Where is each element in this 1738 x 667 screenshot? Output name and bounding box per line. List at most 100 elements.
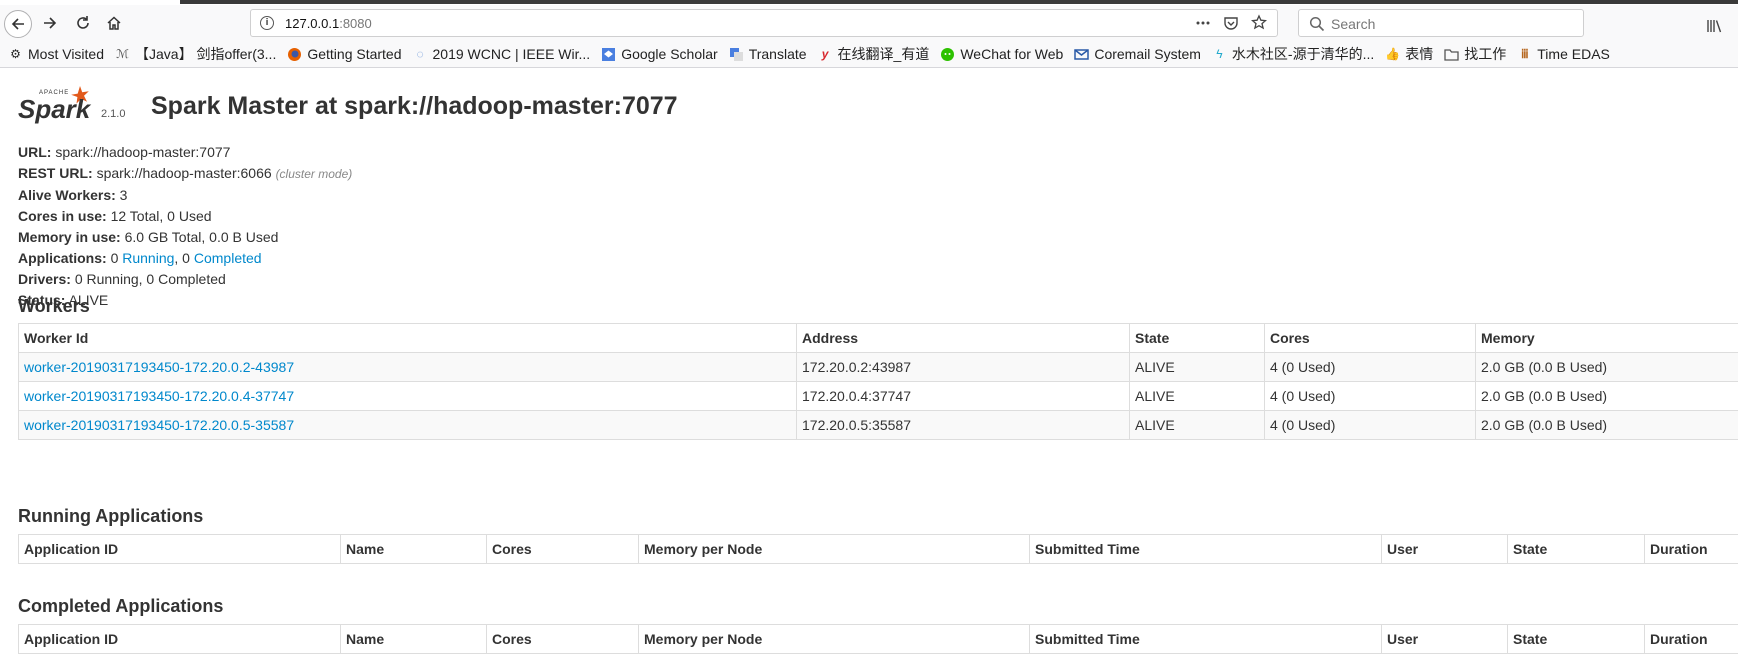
library-icon[interactable]	[1707, 19, 1723, 38]
cores-cell: 4 (0 Used)	[1264, 381, 1476, 411]
search-placeholder: Search	[1331, 16, 1376, 32]
address-cell: 172.20.0.5:35587	[796, 410, 1130, 440]
bookmark-most-visited[interactable]: ⚙ Most Visited	[8, 46, 104, 62]
youdao-icon: y	[821, 46, 829, 61]
worker-id-cell: worker-20190317193450-172.20.0.5-35587	[18, 410, 797, 440]
completed-applications-table: Application ID Name Cores Memory per Nod…	[18, 624, 1738, 654]
bookmark-label: Most Visited	[28, 46, 104, 62]
column-header[interactable]: Name	[340, 624, 487, 654]
column-header[interactable]: Cores	[486, 534, 639, 564]
forward-button[interactable]	[36, 9, 64, 37]
home-icon	[107, 16, 121, 30]
pocket-icon[interactable]	[1223, 14, 1239, 32]
bookmark-youdao[interactable]: y 在线翻译_有道	[818, 44, 930, 64]
worker-link[interactable]: worker-20190317193450-172.20.0.4-37747	[24, 388, 294, 404]
column-header[interactable]: Memory	[1475, 323, 1738, 353]
bookmark-star-icon[interactable]	[1251, 14, 1267, 32]
browser-toolbar: i 127.0.0.1:8080 Search	[0, 5, 1738, 41]
bookmark-java-offer[interactable]: ℳ 【Java】 剑指offer(3...	[115, 44, 276, 64]
bookmark-icon: ◌	[416, 46, 424, 61]
site-info-icon[interactable]: i	[260, 16, 274, 30]
bookmark-time-edas[interactable]: ⅲ Time EDAS	[1517, 46, 1610, 62]
column-header[interactable]: Worker Id	[18, 323, 797, 353]
page-header: APACHE Spark 2.1.0 Spark Master at spark…	[18, 82, 818, 130]
gear-icon: ⚙	[10, 46, 21, 61]
column-header[interactable]: Name	[340, 534, 487, 564]
table-header-row: Application ID Name Cores Memory per Nod…	[18, 534, 1738, 564]
column-header[interactable]: Submitted Time	[1029, 624, 1382, 654]
workers-table: Worker Id Address State Cores Memory wor…	[18, 323, 1738, 440]
url-port: :8080	[339, 16, 372, 31]
column-header[interactable]: Memory per Node	[638, 534, 1030, 564]
cores-cell: 4 (0 Used)	[1264, 410, 1476, 440]
bookmark-label: Time EDAS	[1537, 46, 1610, 62]
info-cores: Cores in use: 12 Total, 0 Used	[18, 206, 352, 227]
page-actions-icon[interactable]	[1195, 14, 1211, 32]
info-label: Drivers:	[18, 271, 71, 287]
bookmark-coremail[interactable]: Coremail System	[1074, 46, 1201, 62]
worker-link[interactable]: worker-20190317193450-172.20.0.2-43987	[24, 359, 294, 375]
worker-id-cell: worker-20190317193450-172.20.0.2-43987	[18, 352, 797, 382]
info-label: URL:	[18, 144, 52, 160]
column-header[interactable]: Application ID	[18, 624, 341, 654]
bookmark-label: 找工作	[1464, 46, 1507, 62]
info-drivers: Drivers: 0 Running, 0 Completed	[18, 269, 352, 290]
search-bar[interactable]: Search	[1298, 9, 1584, 37]
bookmark-biaoqing[interactable]: 👍 表情	[1385, 44, 1433, 64]
worker-link[interactable]: worker-20190317193450-172.20.0.5-35587	[24, 417, 294, 433]
bookmark-google-scholar[interactable]: Google Scholar	[601, 46, 718, 62]
bookmark-label: WeChat for Web	[960, 46, 1064, 62]
svg-text:Spark: Spark	[18, 94, 92, 124]
memory-cell: 2.0 GB (0.0 B Used)	[1475, 381, 1738, 411]
column-header[interactable]: State	[1129, 323, 1265, 353]
column-header[interactable]: User	[1381, 624, 1508, 654]
memory-cell: 2.0 GB (0.0 B Used)	[1475, 352, 1738, 382]
bookmark-label: 在线翻译_有道	[837, 46, 930, 62]
home-button[interactable]	[100, 9, 128, 37]
column-header[interactable]: Address	[796, 323, 1130, 353]
bookmark-label: 表情	[1405, 46, 1434, 62]
scholar-icon	[601, 47, 616, 62]
info-url: URL: spark://hadoop-master:7077	[18, 142, 352, 163]
bookmark-wcnc[interactable]: ◌ 2019 WCNC | IEEE Wir...	[413, 46, 590, 62]
bookmark-label: Google Scholar	[621, 46, 718, 62]
translate-icon	[729, 47, 744, 62]
url-text[interactable]: 127.0.0.1:8080	[285, 16, 372, 31]
running-applications-table: Application ID Name Cores Memory per Nod…	[18, 534, 1738, 564]
bookmark-translate[interactable]: Translate	[729, 46, 807, 62]
mail-icon	[1074, 47, 1090, 62]
spark-logo[interactable]: APACHE Spark	[18, 82, 118, 130]
column-header[interactable]: Cores	[486, 624, 639, 654]
column-header[interactable]: Cores	[1264, 323, 1476, 353]
info-value: spark://hadoop-master:7077	[55, 144, 231, 160]
info-memory: Memory in use: 6.0 GB Total, 0.0 B Used	[18, 227, 352, 248]
bookmark-getting-started[interactable]: Getting Started	[287, 46, 402, 62]
completed-count: , 0	[174, 250, 190, 266]
column-header[interactable]: User	[1381, 534, 1508, 564]
info-rest-url: REST URL: spark://hadoop-master:6066 (cl…	[18, 163, 352, 185]
bookmark-label: 水木社区-源于清华的...	[1231, 46, 1375, 62]
bookmark-newsmth[interactable]: ϟ 水木社区-源于清华的...	[1212, 44, 1374, 64]
reload-icon	[77, 16, 89, 29]
bookmark-wechat[interactable]: WeChat for Web	[940, 46, 1063, 62]
column-header[interactable]: Duration	[1644, 534, 1738, 564]
reload-button[interactable]	[69, 9, 97, 37]
address-bar[interactable]: i 127.0.0.1:8080	[250, 9, 1278, 37]
back-button[interactable]	[4, 10, 32, 38]
column-header[interactable]: Submitted Time	[1029, 534, 1382, 564]
column-header[interactable]: State	[1507, 534, 1645, 564]
address-cell: 172.20.0.2:43987	[796, 352, 1130, 382]
column-header[interactable]: State	[1507, 624, 1645, 654]
folder-icon	[1444, 47, 1459, 62]
table-header-row: Worker Id Address State Cores Memory	[18, 323, 1738, 353]
workers-heading: Workers	[18, 296, 90, 316]
column-header[interactable]: Application ID	[18, 534, 341, 564]
back-arrow-icon	[11, 18, 24, 30]
bookmark-folder-jobs[interactable]: 找工作	[1444, 44, 1506, 64]
running-apps-link[interactable]: Running	[122, 250, 174, 266]
bookmark-label: Coremail System	[1094, 46, 1201, 62]
url-host: 127.0.0.1	[285, 16, 340, 31]
column-header[interactable]: Duration	[1644, 624, 1738, 654]
column-header[interactable]: Memory per Node	[638, 624, 1030, 654]
completed-apps-link[interactable]: Completed	[194, 250, 262, 266]
